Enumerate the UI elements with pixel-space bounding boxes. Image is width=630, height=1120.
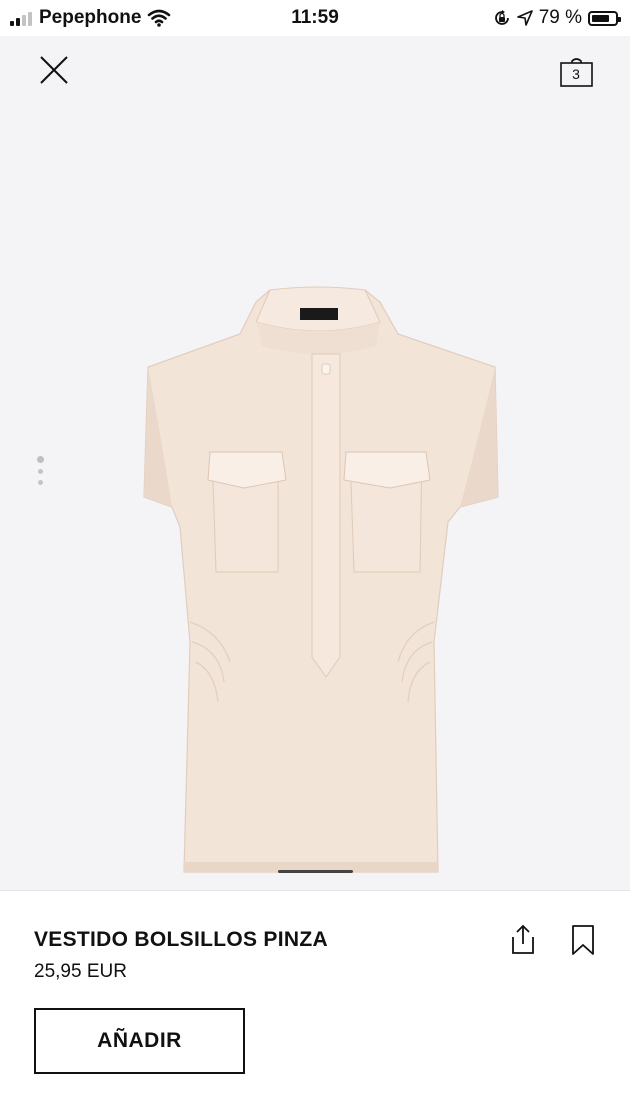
battery-icon bbox=[588, 10, 621, 26]
location-arrow-icon bbox=[516, 10, 533, 26]
product-gallery[interactable] bbox=[0, 36, 630, 890]
product-image bbox=[143, 286, 499, 873]
battery-fill bbox=[592, 14, 609, 22]
product-name: VESTIDO BOLSILLOS PINZA bbox=[34, 928, 328, 951]
status-bar: Pepephone 11:59 79 % bbox=[0, 0, 630, 36]
bookmark-icon[interactable] bbox=[570, 924, 596, 956]
bag-count: 3 bbox=[572, 66, 580, 82]
orientation-lock-icon bbox=[494, 10, 509, 25]
product-price: 25,95 EUR bbox=[34, 961, 127, 982]
share-icon[interactable] bbox=[508, 922, 538, 956]
battery-percent: 79 % bbox=[538, 7, 582, 28]
carousel-dots[interactable] bbox=[36, 456, 44, 491]
divider bbox=[0, 890, 630, 891]
status-right: 79 % bbox=[493, 7, 621, 29]
shopping-bag-button[interactable]: 3 bbox=[560, 58, 594, 88]
scroll-indicator bbox=[278, 870, 353, 873]
carousel-dot[interactable] bbox=[37, 469, 43, 474]
carousel-dot[interactable] bbox=[37, 480, 43, 485]
close-icon[interactable] bbox=[36, 52, 72, 88]
carousel-dot[interactable] bbox=[36, 456, 44, 463]
add-to-bag-button[interactable]: AÑADIR bbox=[34, 1008, 245, 1074]
